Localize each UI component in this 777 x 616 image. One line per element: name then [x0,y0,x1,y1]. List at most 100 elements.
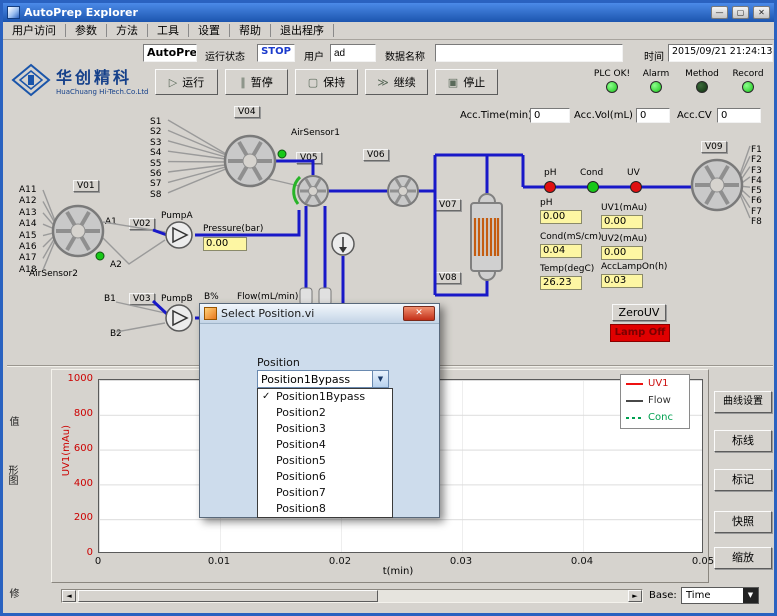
brand-area: 华创精科 HuaChuang Hi-Tech.Co.Ltd [11,63,149,97]
menu-item-user-access[interactable]: 用户访问 [3,24,66,37]
plc-status: PLC OK! [589,69,635,93]
menu-item-method[interactable]: 方法 [107,24,148,37]
position-option-label: Position7 [276,486,326,499]
plc-status-label: PLC OK! [589,69,635,79]
chart-scrollbar[interactable]: ◄ ► [61,589,643,603]
pump-a-symbol[interactable] [166,222,192,248]
position-option[interactable]: Position2 [258,405,392,421]
x-tick: 0.04 [560,556,604,567]
scroll-right-arrow-icon[interactable]: ► [628,590,642,602]
pause-icon: ∥ [240,76,246,89]
position-dropdown-list: ✓ Position1Bypass Position2 Position3 Po… [257,388,393,518]
pause-button[interactable]: ∥ 暂停 [225,69,288,95]
dialog-title: Select Position.vi [221,307,399,320]
position-dropdown-value: Position1Bypass [258,373,372,386]
mark-button[interactable]: 标记 [714,469,772,491]
x-tick: 0.02 [318,556,362,567]
pump-b-symbol[interactable] [166,305,192,331]
dialog-title-bar[interactable]: Select Position.vi ✕ [200,304,439,324]
minimize-button[interactable]: — [711,6,728,19]
alarm-led [650,81,662,93]
run-status-label: 运行状态 [205,48,245,63]
position-option[interactable]: ✓ Position1Bypass [258,389,392,405]
hold-icon: ▢ [308,76,318,89]
continue-button-label: 继续 [394,74,416,90]
run-button[interactable]: ▷ 运行 [155,69,218,95]
menu-item-settings[interactable]: 设置 [189,24,230,37]
position-option-label: Position4 [276,438,326,451]
column-symbol [471,194,502,280]
position-option[interactable]: Position5 [258,453,392,469]
plc-led [606,81,618,93]
y-axis-label: UV1(mAu) [61,425,72,476]
app-icon [7,6,20,19]
title-bar: AutoPrep Explorer — ▢ ✕ [3,3,774,22]
legend-item-uv1[interactable]: UV1 [621,375,689,392]
legend-label: Conc [648,412,673,423]
conc-line-swatch [626,417,643,419]
hold-button[interactable]: ▢ 保持 [295,69,358,95]
continue-icon: ≫ [377,76,389,89]
window-title: AutoPrep Explorer [24,6,707,19]
position-dropdown[interactable]: Position1Bypass ▼ [257,370,389,388]
method-status: Method [679,69,725,93]
base-dropdown-arrow-icon[interactable]: ▼ [743,588,758,603]
data-name-input[interactable] [435,44,623,62]
continue-button[interactable]: ≫ 继续 [365,69,428,95]
menu-item-parameters[interactable]: 参数 [66,24,107,37]
time-label: 时间 [644,48,664,63]
y-tick: 1000 [59,373,93,384]
menu-item-help[interactable]: 帮助 [230,24,271,37]
uv1-line-swatch [626,383,643,385]
valve-v01-symbol[interactable] [53,206,103,256]
left-edge-label: 值 [5,416,20,426]
y-tick: 200 [59,512,93,523]
scrollbar-thumb[interactable] [78,590,378,602]
valve-v09-symbol[interactable] [692,160,742,210]
y-tick: 400 [59,478,93,489]
position-option-label: Position5 [276,454,326,467]
base-dropdown[interactable]: Time ▼ [681,587,759,604]
cond-sensor-dot [588,182,599,193]
left-edge-label: 形图 [4,465,19,485]
curve-settings-button[interactable]: 曲线设置 [714,391,772,413]
position-option[interactable]: Position4 [258,437,392,453]
uv-sensor-dot [631,182,642,193]
position-dropdown-arrow-icon[interactable]: ▼ [372,371,388,387]
pump-wash-symbol[interactable] [332,233,354,255]
position-option[interactable]: Position7 [258,485,392,501]
valve-v05-symbol[interactable] [294,176,328,206]
position-option[interactable]: Position6 [258,469,392,485]
menu-bar: 用户访问 参数 方法 工具 设置 帮助 退出程序 [3,22,774,40]
zoom-button[interactable]: 缩放 [714,547,772,569]
stop-button-label: 停止 [463,74,485,90]
port-lines [43,120,750,332]
stop-button[interactable]: ▣ 停止 [435,69,498,95]
run-icon: ▷ [169,76,177,89]
airsensor2-led [96,252,104,260]
user-label: 用户 [304,48,324,63]
time-value: 2015/09/21 21:24:13 [668,44,773,62]
record-status: Record [725,69,771,93]
hold-button-label: 保持 [323,74,345,90]
legend-item-flow[interactable]: Flow [621,392,689,409]
user-input[interactable] [330,44,376,62]
data-name-label: 数据名称 [385,48,425,63]
valve-v04-symbol[interactable] [225,136,275,186]
close-button[interactable]: ✕ [753,6,770,19]
valve-v06-symbol[interactable] [388,176,418,206]
y-tick: 800 [59,408,93,419]
dialog-close-button[interactable]: ✕ [403,306,435,321]
marker-line-button[interactable]: 标线 [714,430,772,452]
brand-logo-icon [11,63,51,97]
menu-item-tools[interactable]: 工具 [148,24,189,37]
run-status-value: STOP [257,44,295,62]
position-option[interactable]: Position3 [258,421,392,437]
snapshot-button[interactable]: 快照 [714,511,772,533]
position-option[interactable]: Position8 [258,501,392,517]
app-name-label: AutoPrep [143,44,197,62]
menu-item-exit[interactable]: 退出程序 [271,24,334,37]
maximize-button[interactable]: ▢ [732,6,749,19]
scroll-left-arrow-icon[interactable]: ◄ [62,590,76,602]
legend-item-conc[interactable]: Conc [621,409,689,426]
